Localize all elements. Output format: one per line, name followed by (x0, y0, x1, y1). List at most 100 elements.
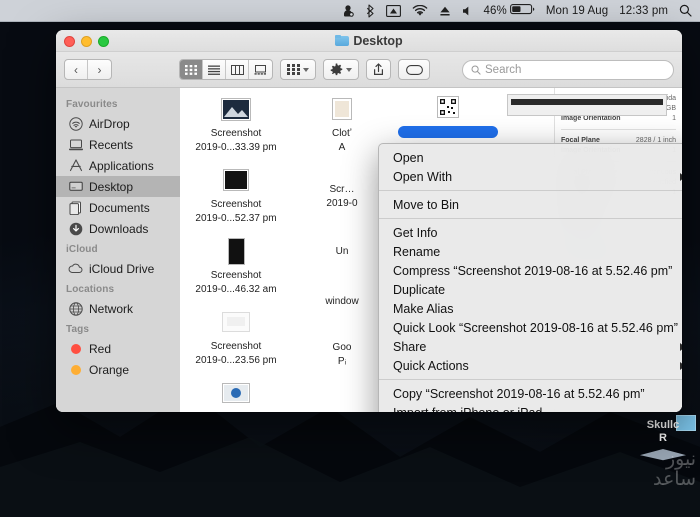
window-controls[interactable] (64, 36, 109, 47)
minimize-button[interactable] (81, 36, 92, 47)
navigation-buttons[interactable]: ‹ › (64, 59, 112, 80)
sidebar-section-icloud: iCloud (56, 239, 180, 258)
gallery-icon (254, 65, 267, 75)
sidebar-item-airdrop[interactable]: AirDrop (56, 113, 180, 134)
sidebar-section-tags: Tags (56, 319, 180, 338)
sidebar-item-label: Downloads (89, 222, 148, 236)
finder-sidebar[interactable]: Favourites AirDrop Recents Applications (56, 88, 180, 412)
menu-item-label: Share (393, 340, 426, 354)
watermark-line1: نیوز (653, 449, 696, 469)
back-button[interactable]: ‹ (65, 60, 88, 79)
file-item[interactable]: Scr… 2019-0 (292, 184, 392, 210)
group-by-button[interactable] (280, 59, 316, 80)
battery-status[interactable]: 46% (484, 3, 535, 18)
menu-item-quick-look[interactable]: Quick Look “Screenshot 2019-08-16 at 5.5… (379, 318, 682, 337)
menu-item-label: Import from iPhone or iPad (393, 406, 542, 413)
volume-icon[interactable] (462, 5, 473, 17)
actions-button[interactable] (323, 59, 359, 80)
file-item[interactable]: Screenshot 2019-0...23.56 pm (186, 305, 286, 367)
icloud-icon (68, 261, 83, 276)
menu-item-duplicate[interactable]: Duplicate (379, 280, 682, 299)
image-thumb-small (292, 92, 392, 126)
eject-icon[interactable] (439, 5, 451, 17)
sidebar-item-desktop[interactable]: Desktop (56, 176, 180, 197)
sidebar-item-applications[interactable]: Applications (56, 155, 180, 176)
applications-icon (68, 158, 83, 173)
file-item[interactable]: Goo Pᵢ (292, 342, 392, 368)
menu-item-open[interactable]: Open (379, 148, 682, 167)
menu-item-compress[interactable]: Compress “Screenshot 2019-08-16 at 5.52.… (379, 261, 682, 280)
file-name-line1: Screenshot (186, 270, 286, 282)
sidebar-item-recents[interactable]: Recents (56, 134, 180, 155)
menubar-date[interactable]: Mon 19 Aug (546, 5, 608, 17)
context-menu[interactable]: Open Open With Move to Bin Get Info Rena… (378, 143, 682, 412)
menu-item-label: Copy “Screenshot 2019-08-16 at 5.52.46 p… (393, 387, 645, 401)
menu-item-make-alias[interactable]: Make Alias (379, 299, 682, 318)
menu-item-move-to-bin[interactable]: Move to Bin (379, 195, 682, 214)
file-name-line2: 2019-0...52.37 pm (186, 213, 286, 225)
column-view-button[interactable] (226, 60, 249, 79)
icon-view-button[interactable] (180, 60, 203, 79)
list-icon (208, 65, 220, 75)
sidebar-item-network[interactable]: Network (56, 298, 180, 319)
list-view-button[interactable] (203, 60, 226, 79)
menu-item-get-info[interactable]: Get Info (379, 223, 682, 242)
window-title: Desktop (335, 34, 402, 48)
file-name-line2: 2019-0...33.39 pm (186, 142, 286, 154)
menu-item-import-from-iphone[interactable]: Import from iPhone or iPad (379, 403, 682, 412)
menubar-time[interactable]: 12:33 pm (619, 5, 668, 17)
folder-icon (335, 35, 349, 46)
menu-item-label: Compress “Screenshot 2019-08-16 at 5.52.… (393, 264, 672, 278)
file-item[interactable]: window (292, 296, 392, 308)
chevron-right-icon: › (98, 64, 102, 76)
edit-tags-button[interactable] (398, 59, 430, 80)
lock-user-icon[interactable] (341, 4, 355, 18)
forward-button[interactable]: › (88, 60, 111, 79)
brand-line2: R (659, 432, 667, 444)
search-field[interactable]: Search (462, 60, 674, 80)
file-item[interactable]: Screenshot 2019-0...33.39 pm (186, 92, 286, 154)
file-item[interactable]: Screenshot 2019-0...52.37 pm (186, 163, 286, 225)
zoom-button[interactable] (98, 36, 109, 47)
file-item-selected[interactable] (398, 90, 498, 138)
menu-item-quick-actions[interactable]: Quick Actions (379, 356, 682, 375)
menu-separator (379, 379, 682, 380)
spotlight-search-icon[interactable] (679, 4, 692, 17)
screen-mirroring-icon[interactable] (386, 5, 401, 17)
share-button[interactable] (366, 59, 391, 80)
finder-titlebar[interactable]: Desktop (56, 30, 682, 52)
sidebar-item-downloads[interactable]: Downloads (56, 218, 180, 239)
sidebar-item-icloud-drive[interactable]: iCloud Drive (56, 258, 180, 279)
menu-item-label: Open (393, 151, 424, 165)
wifi-icon[interactable] (412, 5, 428, 17)
file-item[interactable]: Clotʼ Α (292, 92, 392, 154)
bluetooth-icon[interactable] (366, 4, 375, 18)
menu-item-copy[interactable]: Copy “Screenshot 2019-08-16 at 5.52.46 p… (379, 384, 682, 403)
file-item[interactable]: Moon Wireless Charger (186, 376, 286, 412)
file-name-line1: Screenshot (186, 341, 286, 353)
file-item[interactable]: Screenshot 2019-0...46.32 am (186, 234, 286, 296)
menu-item-open-with[interactable]: Open With (379, 167, 682, 186)
airdrop-icon (68, 116, 83, 131)
file-item[interactable]: Un (292, 246, 392, 258)
sidebar-item-label: Recents (89, 138, 133, 152)
submenu-arrow-icon (680, 343, 682, 351)
file-name-selected (398, 126, 498, 138)
view-mode-segment[interactable] (179, 59, 273, 80)
sidebar-item-documents[interactable]: Documents (56, 197, 180, 218)
close-button[interactable] (64, 36, 75, 47)
menu-item-label: Duplicate (393, 283, 445, 297)
finder-toolbar[interactable]: ‹ › (56, 52, 682, 88)
sidebar-item-tag-red[interactable]: Red (56, 338, 180, 359)
menu-item-rename[interactable]: Rename (379, 242, 682, 261)
menu-item-share[interactable]: Share (379, 337, 682, 356)
network-icon (68, 301, 83, 316)
sidebar-item-tag-orange[interactable]: Orange (56, 359, 180, 380)
gallery-view-button[interactable] (249, 60, 272, 79)
image-thumb-black-tall (186, 234, 286, 268)
file-name-line2: Pᵢ (292, 356, 392, 368)
chevron-left-icon: ‹ (74, 64, 78, 76)
menu-item-label: Quick Actions (393, 359, 469, 373)
menu-item-label: Open With (393, 170, 452, 184)
finder-window[interactable]: Desktop ‹ › (56, 30, 682, 412)
